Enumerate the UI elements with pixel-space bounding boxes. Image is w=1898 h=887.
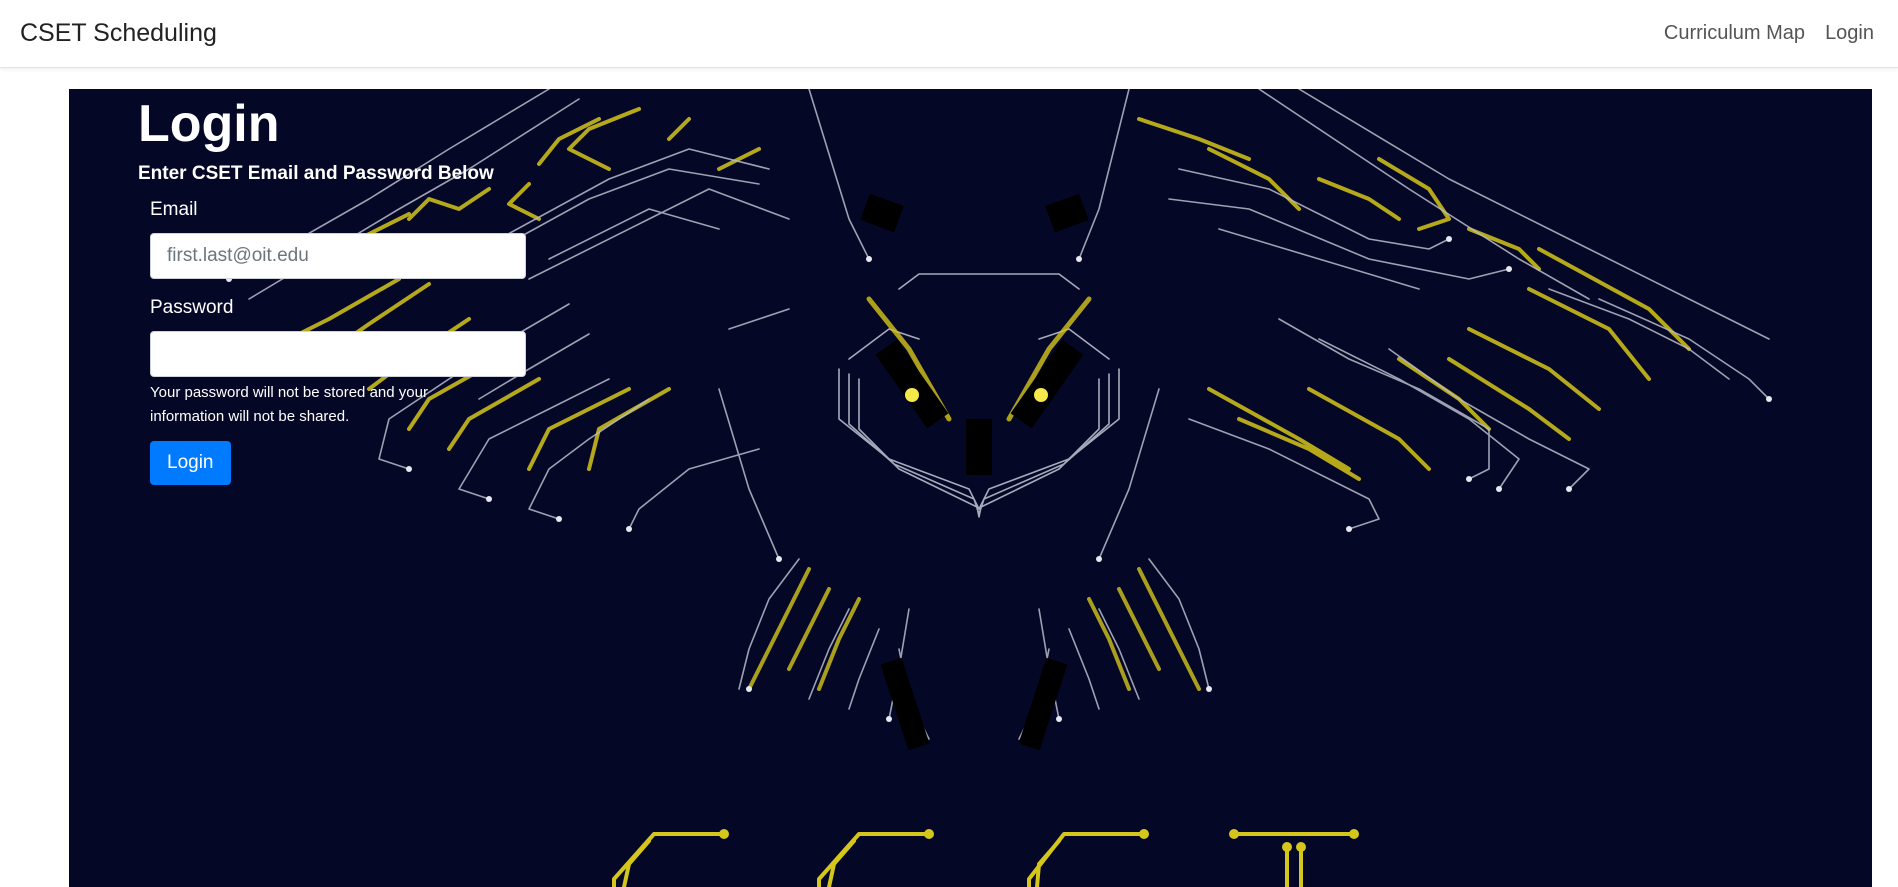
password-hint: Your password will not be stored and you… [150, 384, 428, 425]
top-navbar: CSET Scheduling Curriculum Map Login [0, 0, 1898, 68]
nav-links: Curriculum Map Login [1664, 22, 1874, 45]
password-field[interactable] [150, 331, 526, 377]
login-form: Email Password Your password will not be… [150, 199, 526, 485]
nav-link-curriculum-map[interactable]: Curriculum Map [1664, 22, 1805, 45]
login-panel: Login Enter CSET Email and Password Belo… [138, 89, 558, 485]
nav-link-login[interactable]: Login [1825, 22, 1874, 45]
login-subtitle: Enter CSET Email and Password Below [138, 163, 494, 184]
login-button[interactable]: Login [150, 441, 231, 485]
page-title: Login [138, 95, 280, 153]
email-field[interactable] [150, 233, 526, 279]
hero-banner: Login Enter CSET Email and Password Belo… [69, 89, 1872, 887]
brand-link[interactable]: CSET Scheduling [20, 19, 217, 48]
password-label: Password [150, 297, 234, 318]
email-label: Email [150, 199, 198, 220]
